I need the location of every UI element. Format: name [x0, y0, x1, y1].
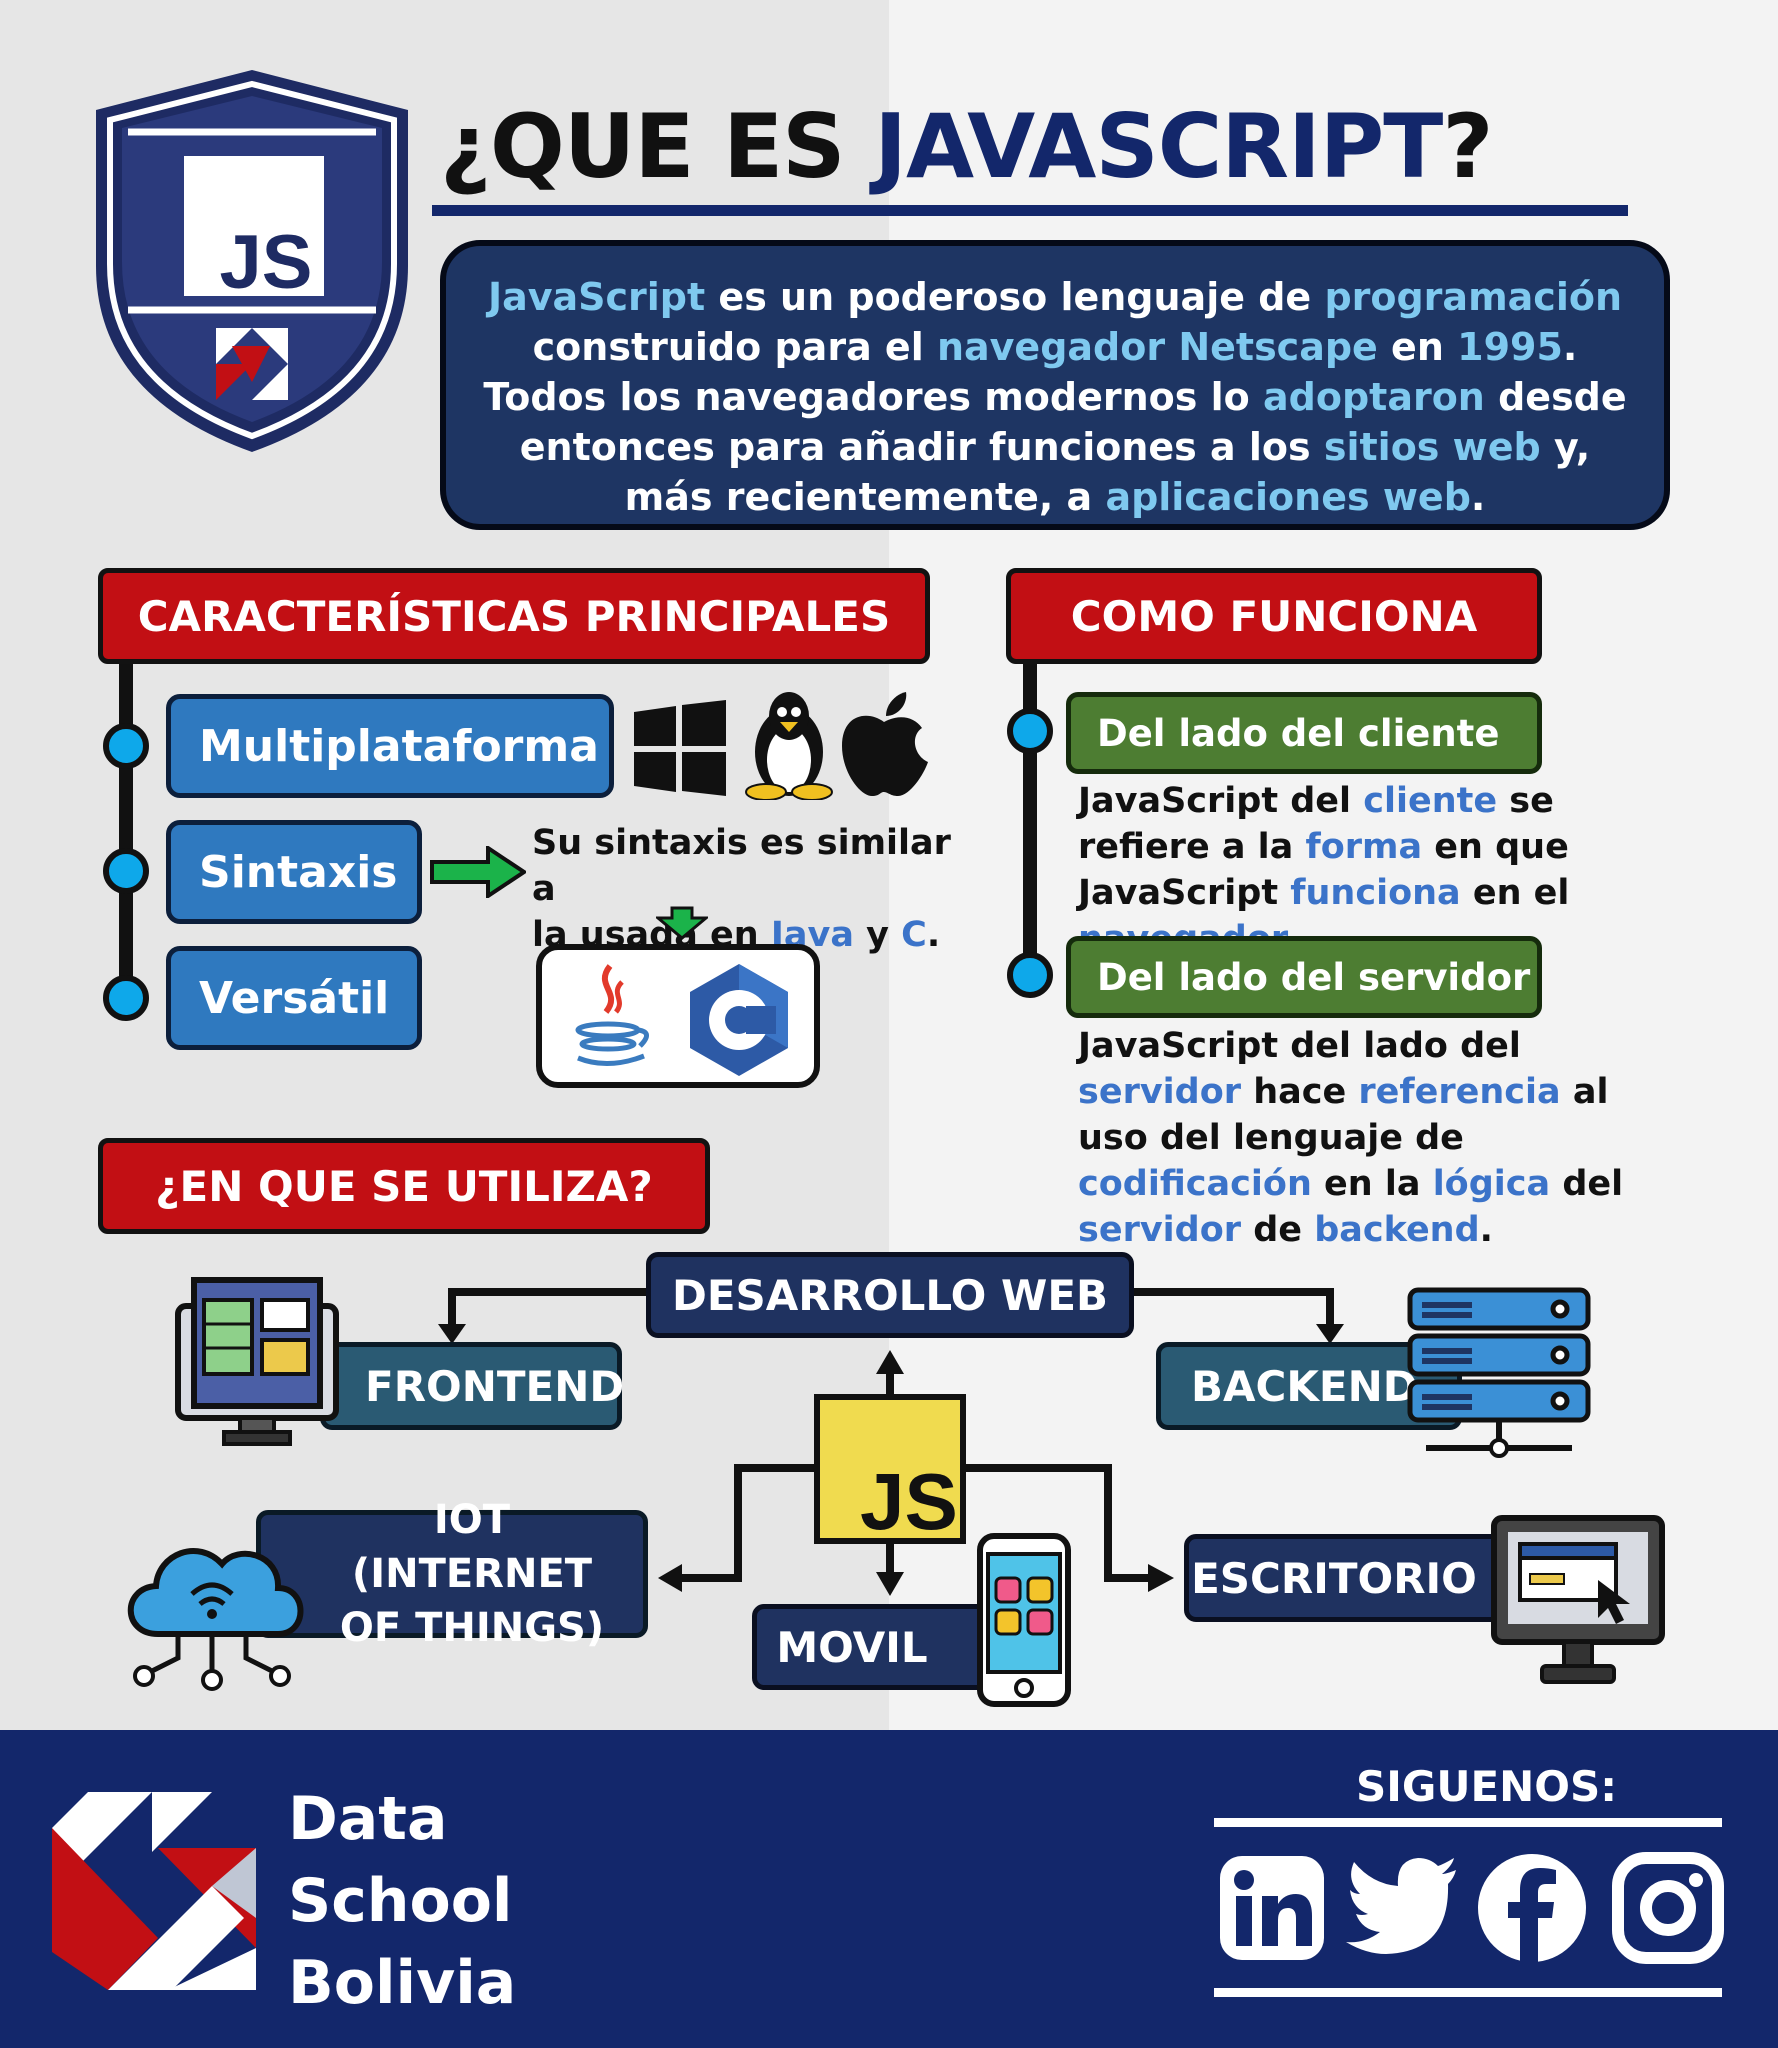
brand-line-data: Data: [288, 1784, 448, 1854]
brand-line-bolivia: Bolivia: [288, 1948, 517, 2018]
movil-box: MOVIL: [752, 1604, 992, 1690]
escritorio-box: ESCRITORIO: [1184, 1534, 1504, 1622]
data-school-logo: [48, 1788, 260, 1994]
brand-name: Data School Bolivia: [288, 1778, 516, 2024]
monitor-icon: [174, 1276, 340, 1448]
desktop-computer-icon: [1490, 1514, 1666, 1690]
iot-box: IOT (INTERNET OF THINGS): [256, 1497, 648, 1651]
brand-line-school: School: [288, 1866, 513, 1936]
smartphone-icon: [976, 1532, 1072, 1708]
js-center-text: JS: [860, 1457, 958, 1546]
linkedin-icon[interactable]: [1218, 1854, 1326, 1962]
server-icon: [1406, 1286, 1592, 1458]
desarrollo-web-box: DESARROLLO WEB: [646, 1252, 1134, 1338]
footer-divider-bottom: [1214, 1988, 1722, 1997]
instagram-icon[interactable]: [1612, 1852, 1724, 1964]
siguenos-label: SIGUENOS:: [1356, 1762, 1618, 1811]
facebook-icon[interactable]: [1476, 1852, 1588, 1964]
js-center-logo: JS: [814, 1394, 966, 1546]
cloud-iot-icon: [118, 1524, 308, 1694]
twitter-icon[interactable]: [1346, 1858, 1458, 1954]
footer-divider-top: [1214, 1818, 1722, 1827]
frontend-box: FRONTEND: [320, 1342, 624, 1430]
